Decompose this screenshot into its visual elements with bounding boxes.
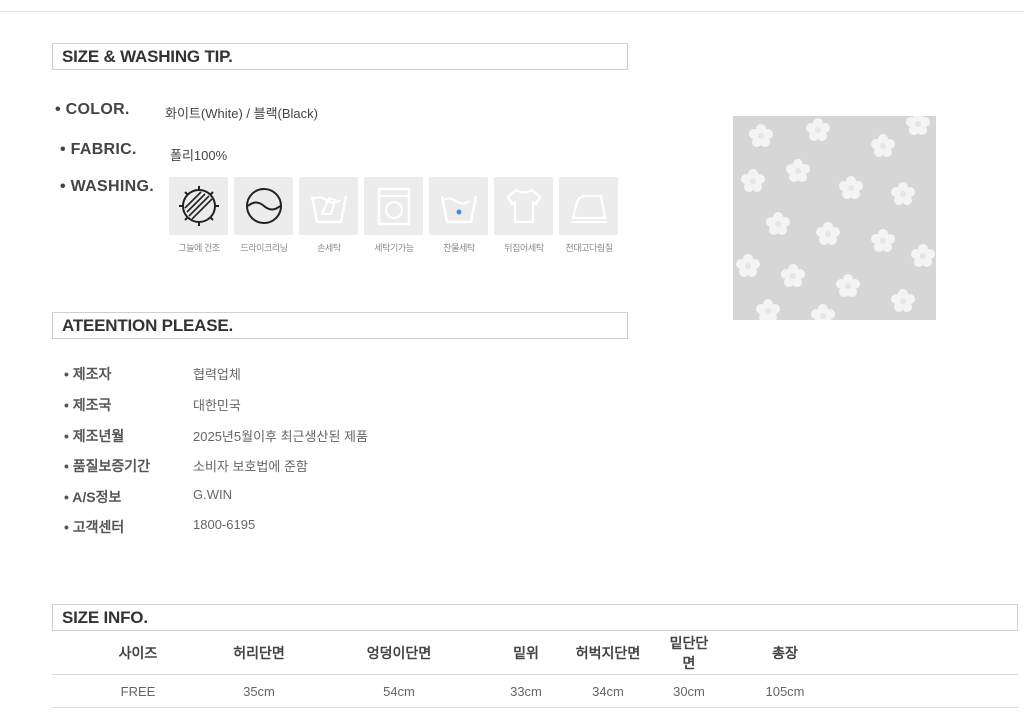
col-spacer: [860, 632, 1018, 675]
hand-wash-label: 손세탁: [317, 243, 341, 253]
col-length: 총장: [710, 632, 860, 675]
wash-item-iron: 천대고다림질: [559, 177, 619, 254]
color-label: • COLOR.: [55, 101, 130, 118]
hand-wash-icon: [299, 177, 358, 235]
machine-wash-icon: [364, 177, 423, 235]
size-washing-header: SIZE & WASHING TIP.: [52, 43, 628, 70]
iron-cloth-label: 천대고다림질: [565, 243, 613, 253]
wash-item-inside-out: 뒤집어세탁: [494, 177, 554, 254]
cold-wash-label: 찬물세탁: [443, 243, 475, 253]
size-table-header-row: 사이즈 허리단면 엉덩이단면 밑위 허벅지단면 밑단단면 총장: [52, 632, 1018, 675]
attn-value: 2025년5월이후 최근생산된 제품: [193, 429, 368, 444]
shade-dry-label: 그늘에 건조: [178, 243, 220, 253]
fabric-label: • FABRIC.: [60, 141, 137, 158]
cell-hem: 30cm: [668, 674, 710, 708]
attn-value: 1800-6195: [193, 517, 256, 532]
cell-thigh: 34cm: [548, 674, 668, 708]
size-table: 사이즈 허리단면 엉덩이단면 밑위 허벅지단면 밑단단면 총장 FREE 35c…: [52, 632, 1018, 708]
attn-label: • 고객센터: [64, 519, 125, 535]
attn-label: • A/S정보: [64, 489, 122, 505]
wash-item-cold-wash: 찬물세탁: [429, 177, 489, 254]
col-hem: 밑단단면: [668, 632, 710, 675]
col-rise: 밑위: [504, 632, 548, 675]
col-size: 사이즈: [52, 632, 224, 675]
fabric-value: 폴리100%: [170, 148, 228, 163]
attn-value: 협력업체: [193, 367, 241, 382]
top-divider: [0, 11, 1024, 12]
wash-item-shade-dry: 그늘에 건조: [169, 177, 229, 254]
attention-header: ATEENTION PLEASE.: [52, 312, 628, 339]
cell-rise: 33cm: [504, 674, 548, 708]
fabric-photo: [733, 116, 936, 320]
col-waist: 허리단면: [224, 632, 294, 675]
cell-size: FREE: [52, 674, 224, 708]
inside-out-wash-label: 뒤집어세탁: [504, 243, 544, 253]
machine-wash-label: 세탁기가능: [374, 243, 414, 253]
wash-item-dry-clean: 드라이크리닝: [234, 177, 294, 254]
table-row: FREE 35cm 54cm 33cm 34cm 30cm 105cm: [52, 674, 1018, 708]
dry-clean-icon: [234, 177, 293, 235]
cell-hip: 54cm: [294, 674, 504, 708]
attn-value: G.WIN: [193, 487, 232, 502]
attn-label: • 제조자: [64, 366, 112, 382]
attn-label: • 제조년월: [64, 428, 125, 444]
col-thigh: 허벅지단면: [548, 632, 668, 675]
attn-value: 소비자 보호법에 준함: [193, 459, 308, 474]
cell-waist: 35cm: [224, 674, 294, 708]
color-value: 화이트(White) / 블랙(Black): [165, 106, 318, 121]
dry-clean-label: 드라이크리닝: [240, 243, 288, 253]
cell-length: 105cm: [710, 674, 860, 708]
attn-value: 대한민국: [193, 398, 241, 413]
washing-label: • WASHING.: [60, 178, 154, 195]
size-info-header: SIZE INFO.: [52, 604, 1018, 631]
cold-wash-icon: [429, 177, 488, 235]
cell-spacer: [860, 674, 1018, 708]
inside-out-wash-icon: [494, 177, 553, 235]
attn-label: • 품질보증기간: [64, 458, 151, 474]
wash-item-hand-wash: 손세탁: [299, 177, 359, 254]
iron-cloth-icon: [559, 177, 618, 235]
attn-label: • 제조국: [64, 397, 112, 413]
shade-dry-icon: [169, 177, 228, 235]
wash-item-machine-wash: 세탁기가능: [364, 177, 424, 254]
col-hip: 엉덩이단면: [294, 632, 504, 675]
